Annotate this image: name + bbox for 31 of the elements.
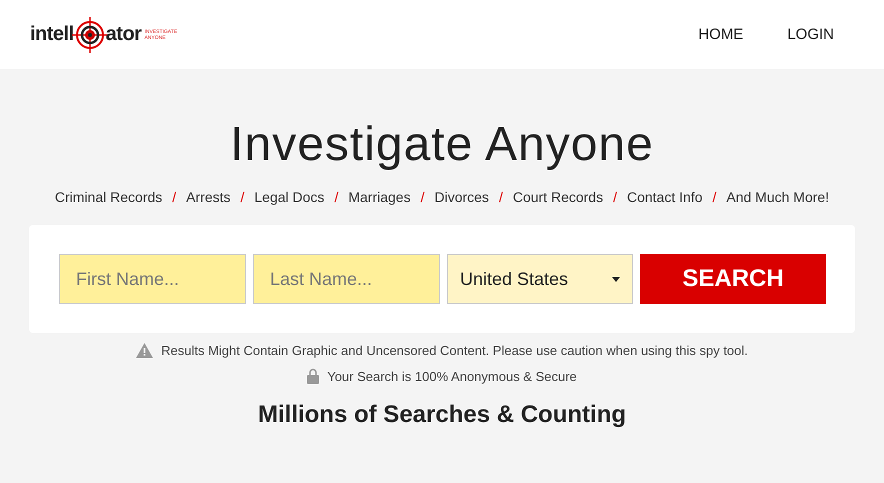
lock-icon — [307, 368, 320, 384]
country-dropdown[interactable]: United States — [447, 254, 634, 304]
logo-text: intell — [30, 23, 74, 46]
separator: / — [240, 189, 244, 205]
logo-text: ator — [106, 23, 142, 46]
nav-link[interactable]: HOME — [698, 26, 744, 43]
category-label: Arrests — [186, 189, 230, 205]
category-label: Marriages — [348, 189, 411, 205]
category-label: Criminal Records — [54, 189, 162, 205]
category-label: And Much More! — [726, 189, 830, 205]
separator: / — [498, 189, 503, 205]
separator: / — [613, 189, 617, 205]
category-label: Legal Docs — [254, 189, 324, 205]
category-label: Court Records — [512, 189, 604, 205]
section-heading: Millions of Searches & Counting — [258, 401, 626, 429]
search-button[interactable]: SEARCH — [640, 254, 826, 304]
first-name-field[interactable]: First Name... — [59, 254, 246, 304]
category-label: Contact Info — [626, 189, 702, 205]
separator: / — [712, 189, 716, 205]
separator: / — [420, 189, 424, 205]
caret-icon — [612, 276, 620, 282]
nav-link[interactable]: LOGIN — [787, 26, 834, 43]
crosshair-logo-icon — [72, 16, 108, 52]
separator: / — [334, 189, 338, 205]
notice-text: Your Search is 100% Anonymous & Secure — [327, 368, 577, 384]
last-name-field[interactable]: Last Name... — [253, 254, 440, 304]
separator: / — [172, 189, 176, 205]
category-label: Divorces — [434, 189, 489, 205]
page-title: Investigate Anyone — [230, 117, 654, 173]
notice-text: Results Might Contain Graphic and Uncensored Content. Please use caution when using this spy tool. — [161, 343, 748, 358]
warning-icon — [136, 343, 154, 358]
